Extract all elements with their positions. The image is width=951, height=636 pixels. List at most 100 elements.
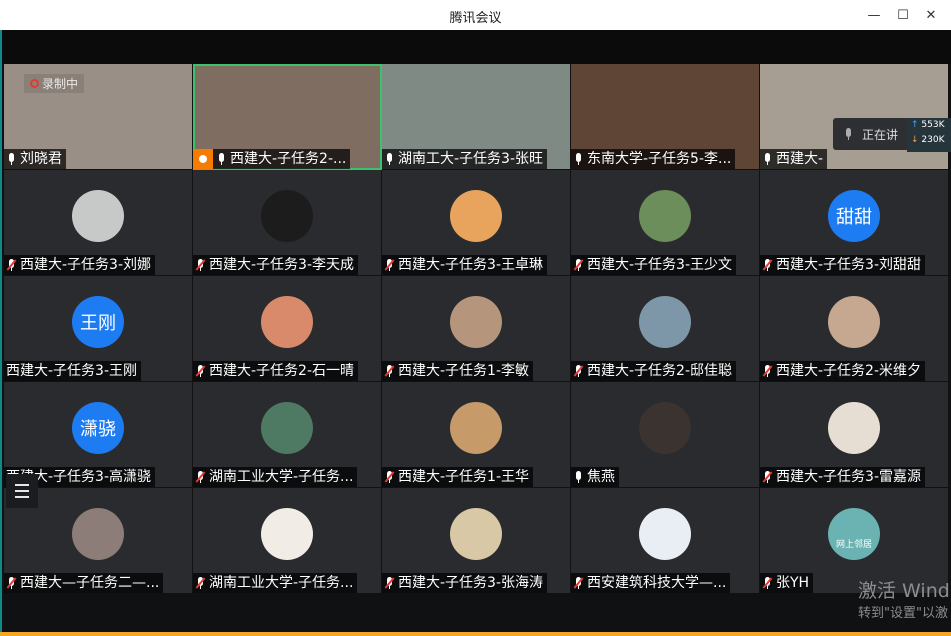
participant-nameplate: 西建大-子任务2-...	[193, 149, 351, 169]
close-button[interactable]: ✕	[920, 4, 942, 26]
participant-tile[interactable]: 西建大-子任务3-李天成	[193, 170, 382, 276]
avatar-initials: 潇骁	[80, 419, 116, 440]
participant-avatar: 网上邻居	[828, 508, 880, 560]
participant-tile[interactable]: 湖南工业大学-子任务...	[193, 488, 382, 594]
participant-grid: 录制中 刘晓君西建大-子任务2-... 湖南工大-子任务3-张旺 东南大学-子任务5-…	[4, 64, 951, 594]
participant-name: 西建大-子任务2-...	[230, 151, 347, 167]
participant-nameplate: 西建大-	[760, 149, 828, 169]
avatar-initials: 甜甜	[836, 207, 872, 228]
participant-name: 湖南工业大学-子任务...	[209, 469, 354, 485]
participant-tile[interactable]: 西建大-子任务3-王卓琳	[382, 170, 571, 276]
participant-name: 西建大-子任务2-邸佳聪	[587, 363, 733, 379]
microphone-icon	[384, 152, 395, 166]
mic-muted-icon	[195, 364, 206, 378]
record-icon	[30, 79, 39, 88]
participant-tile[interactable]: 西建大-子任务1-李敏	[382, 276, 571, 382]
participant-tile[interactable]: 东南大学-子任务5-李...	[571, 64, 760, 170]
participant-nameplate: 湖南工业大学-子任务...	[193, 573, 358, 593]
participant-tile[interactable]: 王刚西建大-子任务3-王刚	[4, 276, 193, 382]
participant-tile[interactable]: 潇骁 西建大-子任务3-高潇骁	[4, 382, 193, 488]
participant-name: 西建大-子任务3-张海涛	[398, 575, 544, 591]
activation-watermark: 激活 Wind	[858, 580, 950, 602]
participant-nameplate: 西建大-子任务3-王刚	[4, 361, 142, 381]
upload-arrow-icon: ↑	[911, 120, 919, 130]
participant-tile[interactable]: 湖南工大-子任务3-张旺	[382, 64, 571, 170]
participant-tile[interactable]: 西安建筑科技大学—...	[571, 488, 760, 594]
participant-list-button[interactable]	[6, 474, 38, 508]
participant-nameplate: 西建大-子任务2-米维夕	[760, 361, 926, 381]
upload-rate: 553K	[921, 120, 945, 130]
mic-muted-icon	[384, 470, 395, 484]
participant-nameplate: 西建大-子任务3-王卓琳	[382, 255, 548, 275]
participant-avatar	[450, 508, 502, 560]
microphone-icon	[573, 470, 584, 484]
participant-nameplate: 西安建筑科技大学—...	[571, 573, 731, 593]
bottom-band	[4, 594, 951, 636]
list-icon-line	[15, 496, 29, 498]
mic-muted-icon	[195, 258, 206, 272]
participant-avatar	[450, 296, 502, 348]
download-rate: 230K	[921, 135, 945, 145]
participant-nameplate: 西建大-子任务3-刘娜	[4, 255, 156, 275]
participant-avatar	[450, 190, 502, 242]
mic-muted-icon	[573, 364, 584, 378]
participant-nameplate: 西建大-子任务3-李天成	[193, 255, 359, 275]
mic-muted-icon	[762, 258, 773, 272]
participant-tile[interactable]: 西建大-子任务1-王华	[382, 382, 571, 488]
participant-tile[interactable]: 录制中 刘晓君	[4, 64, 193, 170]
participant-name: 西建大-子任务2-米维夕	[776, 363, 922, 379]
mic-muted-icon	[384, 364, 395, 378]
participant-nameplate: 西建大-子任务3-刘甜甜	[760, 255, 926, 275]
participant-avatar	[261, 190, 313, 242]
participant-tile[interactable]: 焦燕	[571, 382, 760, 488]
participant-name: 西建大-子任务3-王刚	[6, 363, 138, 379]
participant-nameplate: 西建大-子任务1-王华	[382, 467, 534, 487]
participant-avatar	[72, 190, 124, 242]
participant-nameplate: 西建大—子任务二—...	[4, 573, 164, 593]
participant-avatar: 潇骁	[72, 402, 124, 454]
participant-tile[interactable]: 西建大-子任务2-邸佳聪	[571, 276, 760, 382]
participant-tile[interactable]: 湖南工业大学-子任务...	[193, 382, 382, 488]
mic-muted-icon	[195, 470, 206, 484]
participant-name: 西建大-子任务3-王少文	[587, 257, 733, 273]
participant-tile[interactable]: 甜甜西建大-子任务3-刘甜甜	[760, 170, 949, 276]
host-icon	[193, 149, 213, 169]
activation-watermark-sub: 转到"设置"以激	[858, 606, 948, 621]
talking-indicator: 正在讲	[833, 118, 913, 150]
participant-tile[interactable]: 西建大-子任务2-石一晴	[193, 276, 382, 382]
participant-tile[interactable]: 西建大-	[760, 64, 949, 170]
microphone-icon	[843, 127, 854, 141]
meeting-stage: 录制中 刘晓君西建大-子任务2-... 湖南工大-子任务3-张旺 东南大学-子任务5-…	[0, 30, 951, 636]
list-icon-line	[15, 490, 29, 492]
participant-name: 西建大-子任务3-李天成	[209, 257, 355, 273]
participant-name: 西建大-子任务1-李敏	[398, 363, 530, 379]
maximize-button[interactable]: ☐	[892, 4, 914, 26]
participant-tile[interactable]: 西建大-子任务3-雷嘉源	[760, 382, 949, 488]
mic-muted-icon	[195, 576, 206, 590]
mic-muted-icon	[573, 576, 584, 590]
minimize-button[interactable]: —	[863, 4, 885, 26]
participant-name: 西建大-子任务3-雷嘉源	[776, 469, 922, 485]
microphone-icon	[216, 152, 227, 166]
avatar-label: 网上邻居	[835, 540, 872, 550]
participant-name: 西建大-子任务1-王华	[398, 469, 530, 485]
participant-avatar	[828, 296, 880, 348]
participant-tile[interactable]: 西建大-子任务3-张海涛	[382, 488, 571, 594]
participant-name: 湖南工业大学-子任务...	[209, 575, 354, 591]
avatar-initials: 王刚	[80, 313, 116, 334]
mic-muted-icon	[762, 576, 773, 590]
microphone-icon	[6, 152, 17, 166]
participant-tile[interactable]: 西建大-子任务2-米维夕	[760, 276, 949, 382]
participant-nameplate: 湖南工大-子任务3-张旺	[382, 149, 548, 169]
list-icon-line	[15, 484, 29, 486]
participant-tile[interactable]: 西建大-子任务3-刘娜	[4, 170, 193, 276]
participant-nameplate: 西建大-子任务3-王少文	[571, 255, 737, 275]
recording-badge: 录制中	[24, 74, 85, 93]
participant-avatar: 王刚	[72, 296, 124, 348]
participant-avatar	[261, 508, 313, 560]
mic-muted-icon	[762, 470, 773, 484]
participant-tile[interactable]: 西建大-子任务3-王少文	[571, 170, 760, 276]
participant-tile[interactable]: 西建大-子任务2-...	[193, 64, 382, 170]
recording-label: 录制中	[42, 77, 79, 91]
mic-muted-icon	[384, 258, 395, 272]
